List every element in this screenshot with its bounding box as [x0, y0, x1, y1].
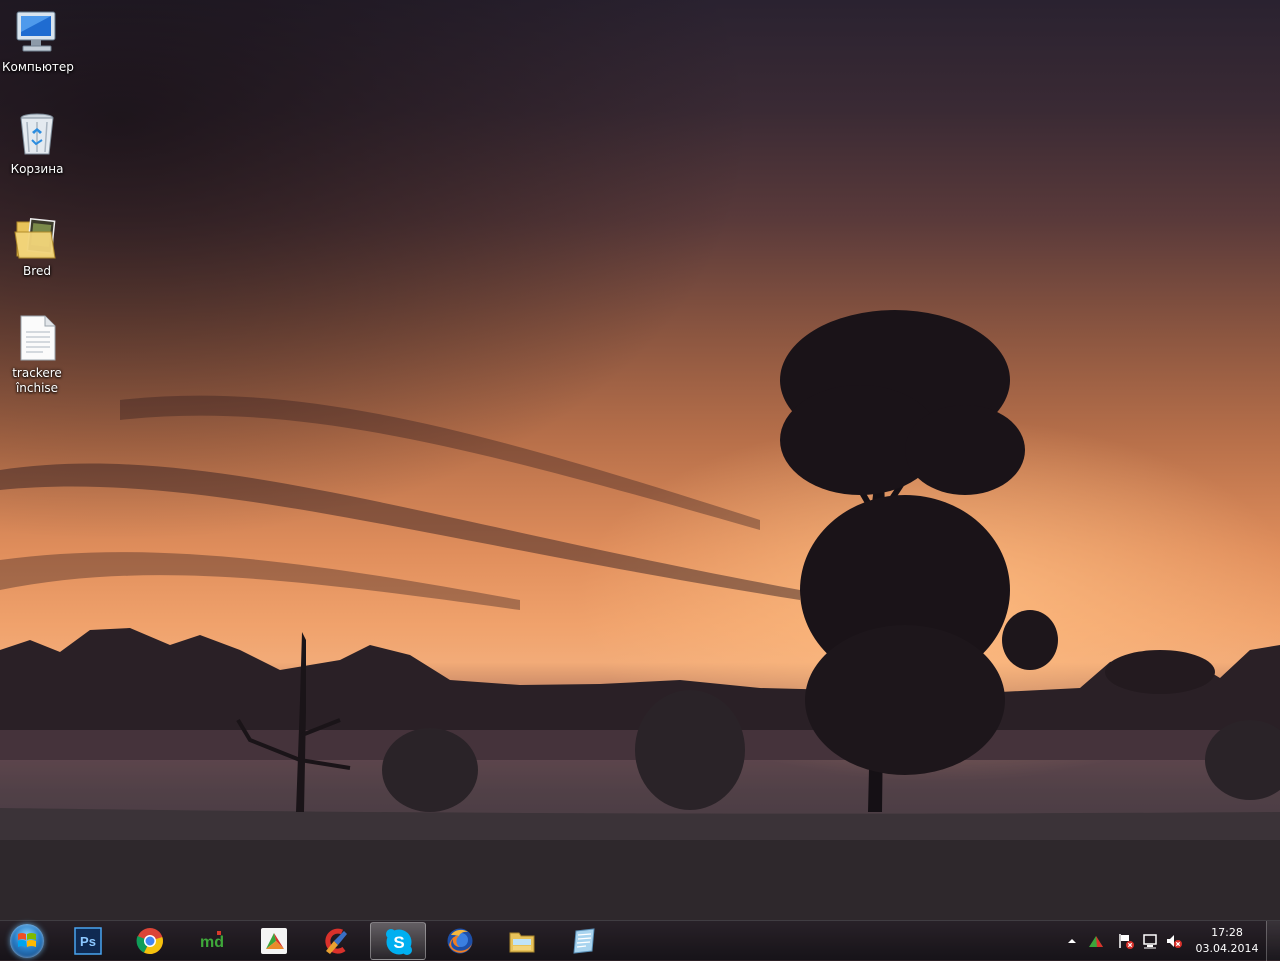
clock-time: 17:28 — [1211, 926, 1243, 939]
windows-start-orb-icon — [10, 924, 44, 958]
photoshop-icon: Ps — [74, 927, 102, 955]
desktop-icon-label: Компьютер — [2, 60, 74, 74]
action-center-flag-icon[interactable] — [1118, 933, 1134, 949]
notepad-icon — [570, 927, 598, 955]
start-button[interactable] — [6, 923, 48, 959]
ccleaner-icon — [322, 927, 350, 955]
desktop-icon-label: Корзина — [10, 162, 64, 176]
desktop-icon-label: Bred — [23, 264, 51, 278]
taskbar-ccleaner-button[interactable] — [308, 922, 364, 960]
file-explorer-icon — [508, 927, 536, 955]
skype-glyph: S — [393, 933, 404, 952]
skype-icon: S — [385, 928, 413, 956]
volume-muted-icon[interactable] — [1166, 933, 1182, 949]
photoshop-glyph: Ps — [80, 934, 96, 949]
taskbar-firefox-button[interactable] — [432, 922, 488, 960]
show-hidden-icons-arrow[interactable] — [1064, 933, 1080, 949]
taskbar-chrome-button[interactable] — [122, 922, 178, 960]
desktop-icon-label: trackere închise — [12, 366, 62, 395]
taskbar-explorer-button[interactable] — [494, 922, 550, 960]
computer-icon — [13, 8, 61, 56]
md-app-icon: md — [198, 927, 226, 955]
landscape-silhouette — [0, 310, 1280, 920]
system-clock[interactable]: 17:28 03.04.2014 — [1190, 925, 1264, 957]
network-icon[interactable] — [1142, 933, 1158, 949]
show-desktop-button[interactable] — [1266, 921, 1280, 961]
clock-date: 03.04.2014 — [1195, 942, 1259, 955]
desktop-icon-computer[interactable]: Компьютер — [2, 8, 74, 75]
desktop-icon-folder-bred[interactable]: Bred — [2, 212, 72, 279]
text-document-icon — [13, 314, 61, 362]
desktop-wallpaper — [0, 0, 1280, 920]
taskbar-md-app-button[interactable]: md — [184, 922, 240, 960]
tray-app-icon[interactable] — [1088, 933, 1104, 949]
md-glyph: md — [200, 934, 224, 951]
folder-icon — [13, 212, 61, 260]
firefox-icon — [446, 927, 474, 955]
taskbar-notes-button[interactable] — [556, 922, 612, 960]
desktop-icon-recycle-bin[interactable]: Корзина — [2, 110, 72, 177]
chrome-icon — [136, 927, 164, 955]
taskbar: Ps md S 17:28 03.04.2014 — [0, 920, 1280, 961]
taskbar-photoshop-button[interactable]: Ps — [60, 922, 116, 960]
media-player-icon — [260, 927, 288, 955]
desktop-icon-text-file[interactable]: trackere închise — [2, 314, 72, 396]
taskbar-media-player-button[interactable] — [246, 922, 302, 960]
recycle-bin-icon — [13, 110, 61, 158]
taskbar-skype-button[interactable]: S — [370, 922, 426, 960]
